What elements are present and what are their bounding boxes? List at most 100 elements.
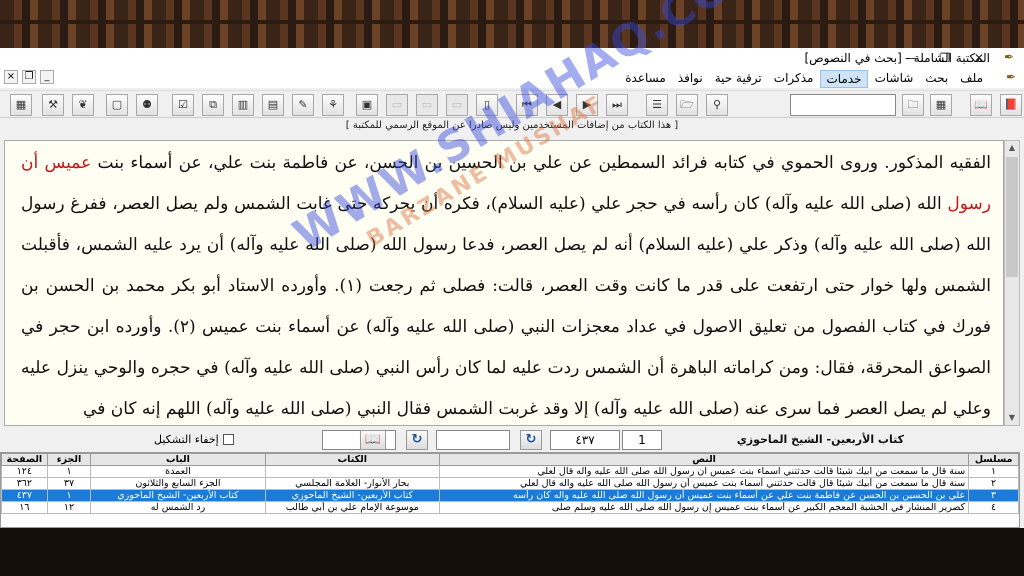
last-icon[interactable]: ⏭ bbox=[606, 94, 628, 116]
part-field[interactable]: 1 bbox=[622, 430, 662, 450]
table-cell: سنة قال ما سمعت من ابيك شيئا قالت حدثتني… bbox=[438, 465, 970, 478]
column-header[interactable]: الصفحة bbox=[1, 453, 48, 466]
document-icon[interactable]: ▥ bbox=[232, 94, 254, 116]
people-icon[interactable]: ⚉ bbox=[136, 94, 158, 116]
column-header[interactable]: الكتاب bbox=[264, 453, 440, 466]
toolbar: 📕 📖 ▦ 🗀 ⚲ 🗁 ☰ ⏭ ▶ ◀ ⏮ ▯ ▭ ▭ ▭ ▣ ⚘ ✎ ▤ ▥ ⧉ ☑ ⚉ ▢ ❦ ⚒ ▦ bbox=[0, 90, 1024, 118]
first-icon[interactable]: ⏮ bbox=[516, 94, 538, 116]
menu-item[interactable]: ترقية حية bbox=[710, 70, 767, 88]
page-field[interactable]: ٤٣٧ bbox=[550, 430, 620, 450]
menu-item[interactable]: بحث bbox=[920, 70, 953, 88]
disabled-icon-2: ▭ bbox=[416, 94, 438, 116]
copy-icon[interactable]: ⧉ bbox=[202, 94, 224, 116]
folder-open-icon[interactable]: 🗁 bbox=[676, 94, 698, 116]
column-header[interactable]: الباب bbox=[90, 453, 266, 466]
search-results-table: مسلسل النص الكتاب الباب الجزء الصفحة ١ سنة قال… bbox=[0, 452, 1020, 528]
new-page-icon[interactable]: ▢ bbox=[106, 94, 128, 116]
table-cell: ١٢ bbox=[46, 501, 92, 514]
menu-item[interactable]: مساعدة bbox=[620, 70, 671, 88]
column-header[interactable]: النص bbox=[438, 453, 970, 466]
book-icon[interactable]: 📕 bbox=[1000, 94, 1022, 116]
document-icon: ✒ bbox=[1005, 70, 1016, 84]
scroll-up-icon[interactable]: ▲ bbox=[1005, 141, 1019, 155]
pencil-icon[interactable]: ✎ bbox=[292, 94, 314, 116]
menu-item[interactable]: ملف bbox=[955, 70, 988, 88]
menu-items: ملف بحث شاشات خدمات مذكرات ترقية حية نوافذ مساع… bbox=[620, 70, 988, 88]
table-cell: ١٢٤ bbox=[1, 465, 48, 478]
current-book-name: كتاب الأربعين- الشيخ الماحوزي bbox=[736, 433, 904, 446]
app-window: ✕ ❐ — المكتبة الشاملة - [بحث في النصوص] … bbox=[0, 0, 1024, 528]
toolbar-search-input[interactable] bbox=[790, 94, 896, 116]
table-cell: ٤٣٧ bbox=[1, 489, 48, 502]
table-cell: كصرير المنشار في الخشبة المعجم الكبير عن… bbox=[438, 501, 970, 514]
highlight-text: رسول bbox=[947, 194, 991, 214]
mdi-close-icon[interactable]: × bbox=[4, 70, 18, 84]
highlight-text: عميس أن bbox=[21, 153, 92, 173]
index-icon[interactable]: ☰ bbox=[646, 94, 668, 116]
folder-icon[interactable]: 🗀 bbox=[902, 94, 924, 116]
column-header[interactable]: الجزء bbox=[46, 453, 92, 466]
text-line-6: الصواعق المحرقة، فقال: ومن كراماته الباه… bbox=[21, 358, 991, 378]
scroll-down-icon[interactable]: ▼ bbox=[1005, 411, 1019, 425]
table-cell bbox=[264, 465, 440, 478]
mdi-minimize-icon[interactable]: _ bbox=[40, 70, 54, 84]
text-line-4: الشمس ولها خوار حتى ارتفعت على قدر ما كا… bbox=[21, 276, 991, 296]
next-icon[interactable]: ▶ bbox=[576, 94, 598, 116]
table-cell: كتاب الأربعين- الشيخ الماحوزي bbox=[264, 489, 440, 502]
disabled-icon-1: ▭ bbox=[446, 94, 468, 116]
mdi-restore-icon[interactable]: ❐ bbox=[22, 70, 36, 84]
table-cell: ١ bbox=[46, 465, 92, 478]
table-cell: العمدة bbox=[90, 465, 266, 478]
calendar-icon[interactable]: ▦ bbox=[10, 94, 32, 116]
navigation-bar: كتاب الأربعين- الشيخ الماحوزي 1 ٤٣٧ ↻ ↻ … bbox=[0, 428, 1024, 452]
properties-icon[interactable]: ▣ bbox=[356, 94, 378, 116]
hide-tashkeel-checkbox[interactable]: إخفاء التشكيل bbox=[154, 433, 234, 446]
column-header[interactable]: مسلسل bbox=[968, 453, 1019, 466]
menu-item[interactable]: نوافذ bbox=[673, 70, 708, 88]
vertical-scrollbar[interactable]: ▲ ▼ bbox=[1004, 140, 1020, 426]
text-line-1: الفقيه المذكور. وروى الحموي في كتابه فرا… bbox=[91, 153, 991, 173]
table-cell: ٣٦٢ bbox=[1, 477, 48, 490]
table-cell: رد الشمس له bbox=[90, 501, 266, 514]
table-cell: ١٦ bbox=[1, 501, 48, 514]
table-header: مسلسل النص الكتاب الباب الجزء الصفحة bbox=[1, 453, 1019, 466]
open-book-button[interactable]: 📖 bbox=[360, 430, 386, 450]
table-row[interactable]: ٤ كصرير المنشار في الخشبة المعجم الكبير ع… bbox=[1, 501, 1019, 514]
table-row[interactable]: ٣ علي بن الحسين بن الحسن عن فاطمة بنت علي… bbox=[1, 489, 1019, 502]
tree-icon[interactable]: ⚘ bbox=[322, 94, 344, 116]
tools-icon[interactable]: ⚒ bbox=[42, 94, 64, 116]
table-cell: ٣٧ bbox=[46, 477, 92, 490]
table-cell: ٣ bbox=[968, 489, 1019, 502]
menu-item[interactable]: شاشات bbox=[870, 70, 919, 88]
table-cell: موسوعة الإمام علي بن أبي طالب bbox=[264, 501, 440, 514]
go-secondary-button[interactable]: ↻ bbox=[406, 430, 428, 450]
secondary-field[interactable] bbox=[436, 430, 510, 450]
layout-icon[interactable]: ▦ bbox=[930, 94, 952, 116]
checklist-icon[interactable]: ☑ bbox=[172, 94, 194, 116]
table-cell: كتاب الأربعين- الشيخ الماحوزي bbox=[90, 489, 266, 502]
book-text-pane[interactable]: الفقيه المذكور. وروى الحموي في كتابه فرا… bbox=[4, 140, 1004, 426]
book-quill-icon: ✒ bbox=[1003, 50, 1015, 64]
chart-icon[interactable]: ▤ bbox=[262, 94, 284, 116]
menu-item[interactable]: مذكرات bbox=[769, 70, 819, 88]
mdi-controls: × ❐ _ bbox=[4, 70, 54, 84]
table-cell: بحار الأنوار- العلامة المجلسي bbox=[264, 477, 440, 490]
text-line-7: وعلي لم يصل العصر فما سرى عنه (صلى الله … bbox=[83, 399, 991, 419]
leaf-icon[interactable]: ❦ bbox=[72, 94, 94, 116]
desktop-bottom-bar bbox=[0, 528, 1024, 576]
checkbox-box[interactable] bbox=[222, 434, 234, 445]
book-view-icon[interactable]: ▯ bbox=[476, 94, 498, 116]
table-row[interactable]: ٢ سنة قال ما سمعت من أبيك شيئا قال قالت ح… bbox=[1, 477, 1019, 490]
table-cell: سنة قال ما سمعت من أبيك شيئا قال قالت حد… bbox=[438, 477, 970, 490]
go-page-button[interactable]: ↻ bbox=[520, 430, 542, 450]
prev-icon[interactable]: ◀ bbox=[546, 94, 568, 116]
book-notice: [ هذا الكتاب من إضافات المستخدمين وليس ص… bbox=[345, 120, 679, 131]
scroll-thumb[interactable] bbox=[1006, 157, 1018, 277]
checkbox-label: إخفاء التشكيل bbox=[154, 433, 219, 446]
binoculars-icon[interactable]: ⚲ bbox=[706, 94, 728, 116]
open-book-icon[interactable]: 📖 bbox=[970, 94, 992, 116]
window-title: المكتبة الشاملة - [بحث في النصوص] bbox=[804, 51, 990, 65]
table-row[interactable]: ١ سنة قال ما سمعت من ابيك شيئا قالت حدثتن… bbox=[1, 465, 1019, 478]
menu-item[interactable]: خدمات bbox=[820, 70, 868, 88]
text-line-3: الله (صلى الله عليه وآله) وذكر علي (عليه… bbox=[21, 235, 991, 255]
